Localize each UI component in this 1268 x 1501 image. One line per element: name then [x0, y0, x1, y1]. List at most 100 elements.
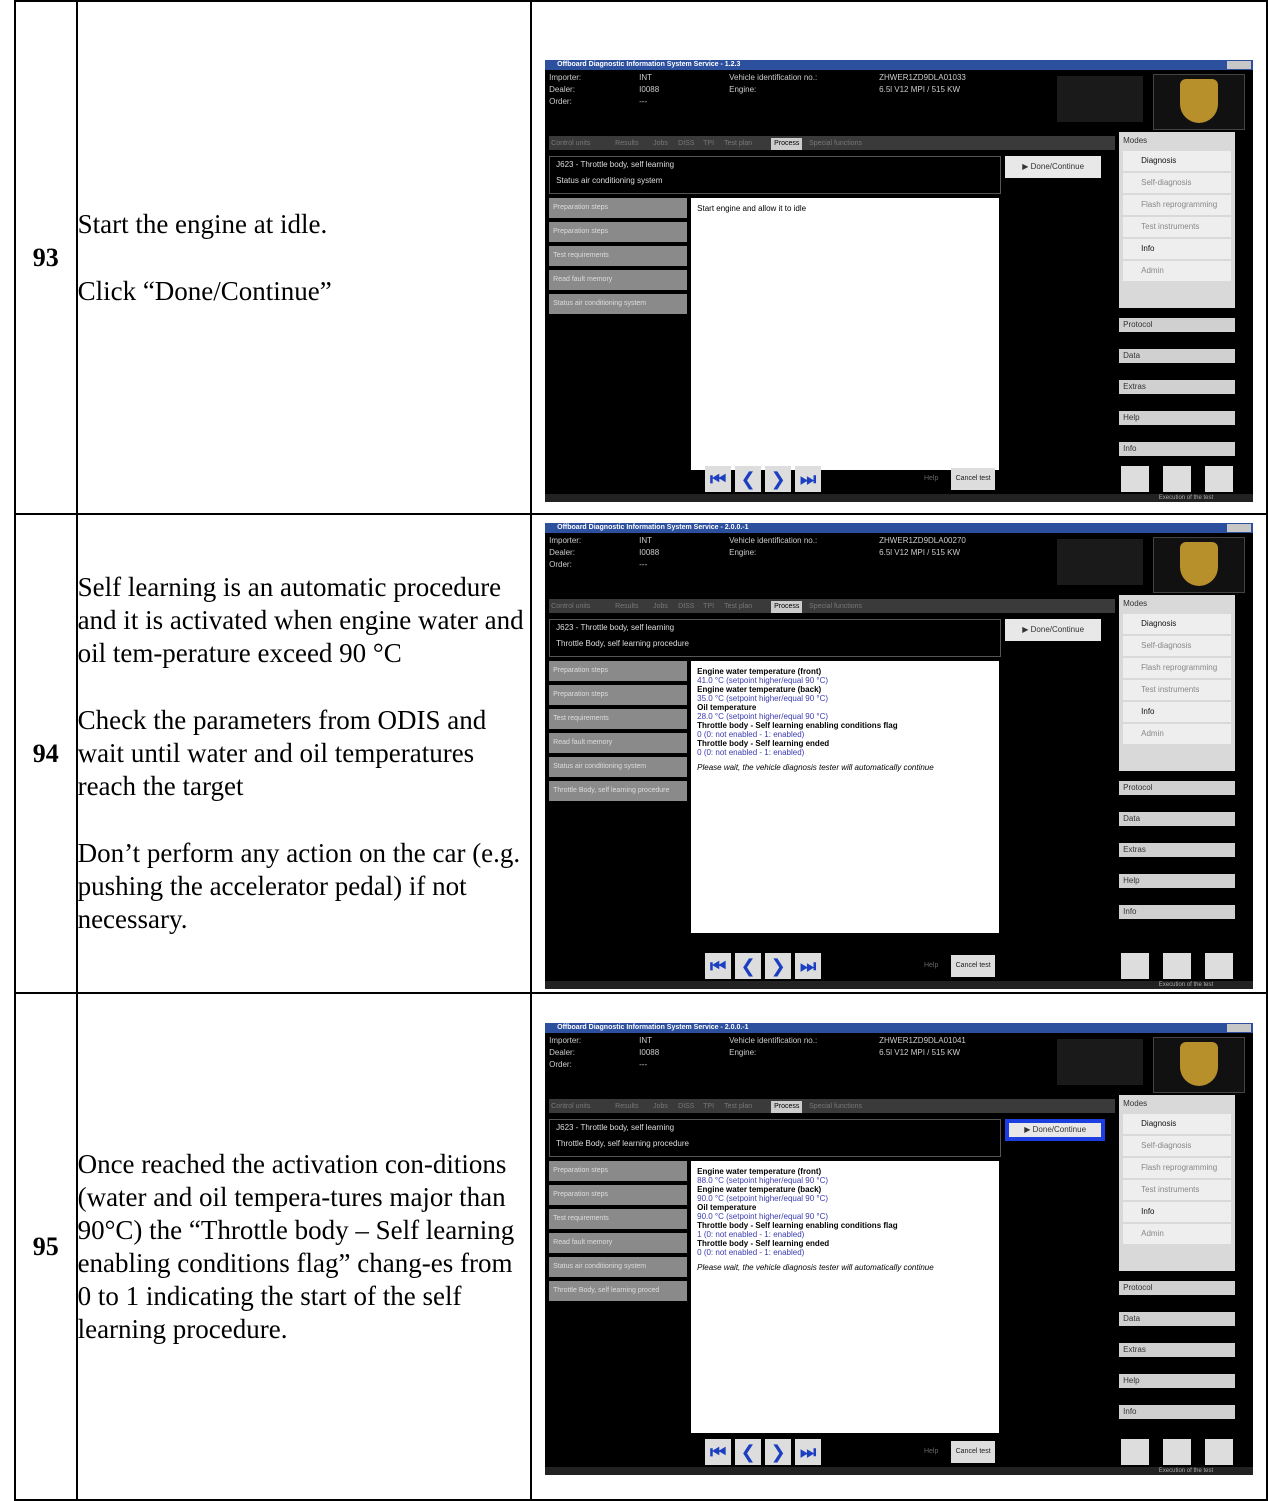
tab[interactable]: Test plan	[724, 138, 752, 150]
mode-item[interactable]: Info	[1123, 238, 1232, 259]
procedure-step[interactable]: Preparation steps	[549, 221, 688, 242]
menu-section[interactable]: Info	[1119, 1404, 1236, 1419]
mode-item[interactable]: Diagnosis	[1123, 613, 1232, 634]
mode-item[interactable]: Flash reprogramming	[1123, 1157, 1232, 1178]
mode-item[interactable]: Diagnosis	[1123, 150, 1232, 171]
menu-section[interactable]: Data	[1119, 348, 1236, 363]
previous-icon[interactable]: ❮	[735, 952, 762, 979]
menu-section[interactable]: Info	[1119, 441, 1236, 456]
tab[interactable]: Jobs	[653, 601, 668, 613]
mode-item[interactable]: Info	[1123, 1201, 1232, 1222]
previous-icon[interactable]: ❮	[735, 465, 762, 492]
mode-item[interactable]: Admin	[1123, 723, 1232, 744]
tab[interactable]: DISS	[678, 1101, 694, 1113]
mode-item[interactable]: Self-diagnosis	[1123, 1135, 1232, 1156]
menu-section[interactable]: Protocol	[1119, 1280, 1236, 1295]
forward-icon[interactable]	[1121, 465, 1150, 492]
cancel-test-button[interactable]: Cancel test	[951, 954, 996, 977]
mode-item[interactable]: Flash reprogramming	[1123, 657, 1232, 678]
tab[interactable]: Results	[615, 138, 638, 150]
tab[interactable]: Control units	[551, 1101, 590, 1113]
tab[interactable]: Special functions	[809, 138, 862, 150]
procedure-step[interactable]: Preparation steps	[549, 197, 688, 218]
done-continue-button[interactable]: ▶ Done/Continue	[1005, 1118, 1106, 1141]
tab[interactable]: DISS	[678, 138, 694, 150]
tab[interactable]: Process	[771, 1100, 803, 1113]
settings-icon[interactable]	[1205, 465, 1234, 492]
mode-item[interactable]: Self-diagnosis	[1123, 172, 1232, 193]
procedure-step[interactable]: Throttle Body, self learning proced	[549, 1280, 688, 1301]
menu-section[interactable]: Protocol	[1119, 317, 1236, 332]
tab[interactable]: Process	[771, 600, 803, 613]
protocol-icon[interactable]	[1163, 952, 1192, 979]
help-button[interactable]: Help	[917, 468, 945, 490]
forward-icon[interactable]	[1121, 1438, 1150, 1465]
next-icon[interactable]: ❯	[765, 1438, 792, 1465]
procedure-step[interactable]: Preparation steps	[549, 1184, 688, 1205]
menu-section[interactable]: Help	[1119, 410, 1236, 425]
procedure-step[interactable]: Status air conditioning system	[549, 293, 688, 314]
procedure-step[interactable]: Preparation steps	[549, 1160, 688, 1181]
menu-section[interactable]: Extras	[1119, 1342, 1236, 1357]
menu-section[interactable]: Help	[1119, 873, 1236, 888]
mode-item[interactable]: Info	[1123, 701, 1232, 722]
help-button[interactable]: Help	[917, 1441, 945, 1463]
mode-item[interactable]: Diagnosis	[1123, 1113, 1232, 1134]
window-controls[interactable]	[1227, 1023, 1252, 1032]
mode-item[interactable]: Flash reprogramming	[1123, 194, 1232, 215]
last-icon[interactable]: ⏭	[795, 465, 822, 492]
procedure-step[interactable]: Test requirements	[549, 1208, 688, 1229]
next-icon[interactable]: ❯	[765, 952, 792, 979]
first-icon[interactable]: ⏮	[705, 1438, 732, 1465]
mode-item[interactable]: Admin	[1123, 260, 1232, 281]
tab[interactable]: Control units	[551, 138, 590, 150]
tab[interactable]: Test plan	[724, 601, 752, 613]
mode-item[interactable]: Test instruments	[1123, 216, 1232, 237]
menu-section[interactable]: Data	[1119, 1311, 1236, 1326]
tab[interactable]: Special functions	[809, 601, 862, 613]
done-continue-button[interactable]: ▶ Done/Continue	[1005, 155, 1102, 178]
procedure-step[interactable]: Read fault memory	[549, 732, 688, 753]
tab[interactable]: TPI	[703, 601, 714, 613]
menu-section[interactable]: Extras	[1119, 379, 1236, 394]
tab[interactable]: TPI	[703, 138, 714, 150]
procedure-step[interactable]: Read fault memory	[549, 1232, 688, 1253]
tab[interactable]: Jobs	[653, 138, 668, 150]
tab[interactable]: Results	[615, 601, 638, 613]
tab[interactable]: Jobs	[653, 1101, 668, 1113]
help-button[interactable]: Help	[917, 955, 945, 977]
protocol-icon[interactable]	[1163, 1438, 1192, 1465]
settings-icon[interactable]	[1205, 1438, 1234, 1465]
tab[interactable]: DISS	[678, 601, 694, 613]
procedure-step[interactable]: Status air conditioning system	[549, 1256, 688, 1277]
forward-icon[interactable]	[1121, 952, 1150, 979]
procedure-step[interactable]: Throttle Body, self learning procedure	[549, 780, 688, 801]
tab[interactable]: Test plan	[724, 1101, 752, 1113]
window-controls[interactable]	[1227, 60, 1252, 69]
done-continue-button[interactable]: ▶ Done/Continue	[1005, 618, 1102, 641]
procedure-step[interactable]: Test requirements	[549, 708, 688, 729]
tab[interactable]: TPI	[703, 1101, 714, 1113]
mode-item[interactable]: Test instruments	[1123, 1179, 1232, 1200]
window-controls[interactable]	[1227, 523, 1252, 532]
settings-icon[interactable]	[1205, 952, 1234, 979]
first-icon[interactable]: ⏮	[705, 952, 732, 979]
menu-section[interactable]: Protocol	[1119, 780, 1236, 795]
menu-section[interactable]: Data	[1119, 811, 1236, 826]
procedure-step[interactable]: Test requirements	[549, 245, 688, 266]
mode-item[interactable]: Admin	[1123, 1223, 1232, 1244]
procedure-step[interactable]: Preparation steps	[549, 660, 688, 681]
previous-icon[interactable]: ❮	[735, 1438, 762, 1465]
last-icon[interactable]: ⏭	[795, 1438, 822, 1465]
mode-item[interactable]: Test instruments	[1123, 679, 1232, 700]
procedure-step[interactable]: Read fault memory	[549, 269, 688, 290]
tab[interactable]: Control units	[551, 601, 590, 613]
protocol-icon[interactable]	[1163, 465, 1192, 492]
last-icon[interactable]: ⏭	[795, 952, 822, 979]
tab[interactable]: Special functions	[809, 1101, 862, 1113]
tab[interactable]: Process	[771, 137, 803, 150]
menu-section[interactable]: Extras	[1119, 842, 1236, 857]
menu-section[interactable]: Help	[1119, 1373, 1236, 1388]
tab[interactable]: Results	[615, 1101, 638, 1113]
next-icon[interactable]: ❯	[765, 465, 792, 492]
